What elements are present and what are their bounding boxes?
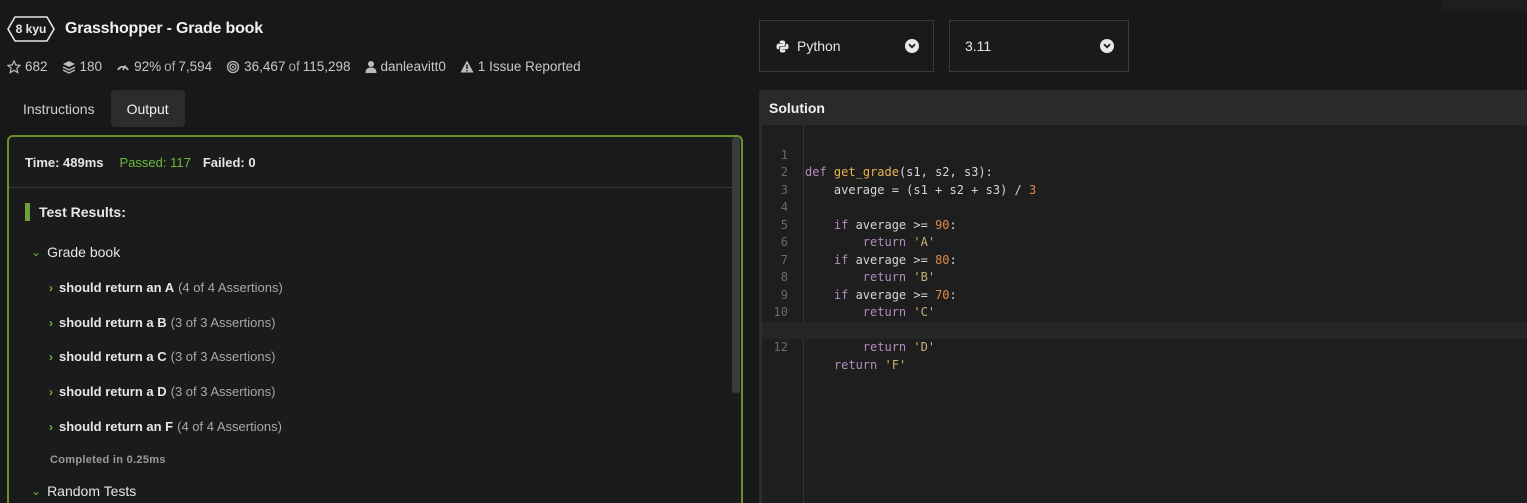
run-time: Time: 489ms — [25, 154, 104, 170]
results-header-label: Test Results: — [39, 204, 126, 220]
code-line: 6 if average >= 80: — [762, 217, 1527, 267]
test-name: should return an F — [59, 419, 174, 434]
test-item[interactable]: › should return an F (4 of 4 Assertions) — [49, 419, 282, 434]
language-select[interactable]: Python — [759, 20, 934, 72]
solution-panel: Python 3.11 Solution 1 def get_grade(s1,… — [759, 0, 1527, 503]
user-icon — [365, 61, 377, 73]
stars-stat[interactable]: 682 — [7, 59, 48, 74]
gauge-icon — [117, 64, 129, 70]
kata-tabs: Instructions Output — [7, 90, 185, 127]
test-item[interactable]: › should return an A (4 of 4 Assertions) — [49, 280, 283, 295]
page: 8 kyu Grasshopper - Grade book 682 180 9… — [0, 0, 1527, 503]
code-line: 10 if average >= 60: — [762, 287, 1527, 337]
chevron-right-icon: › — [49, 281, 53, 295]
completed-of: of — [288, 59, 300, 74]
test-assertions: (3 of 3 Assertions) — [170, 315, 276, 330]
code-editor[interactable]: 1 def get_grade(s1, s2, s3): 2 average =… — [759, 125, 1527, 503]
star-icon — [7, 59, 21, 74]
code-line: 11 return 'D' — [762, 304, 1527, 355]
line-number: 12 — [773, 340, 788, 354]
test-group-title: Random Tests — [47, 483, 137, 499]
warning-icon — [460, 60, 474, 73]
test-assertions: (3 of 3 Assertions) — [170, 349, 276, 364]
kata-title[interactable]: Grasshopper - Grade book — [65, 20, 263, 38]
tab-output[interactable]: Output — [110, 90, 185, 127]
test-name: should return a C — [59, 349, 167, 364]
results-header-bar — [25, 203, 30, 221]
stars-count: 682 — [25, 59, 48, 74]
test-name: should return a B — [59, 315, 167, 330]
code-line: 7 return 'B' — [762, 234, 1527, 285]
kata-panel: 8 kyu Grasshopper - Grade book 682 180 9… — [0, 0, 750, 503]
results-header: Test Results: — [25, 203, 126, 221]
stats-row: 682 180 92% of 7,594 36,467 of 115,298 d… — [7, 59, 595, 74]
author-stat[interactable]: danleavitt0 — [365, 59, 446, 74]
output-panel: Time: 489ms Passed: 117 Failed: 0 Test R… — [7, 135, 743, 503]
issues-stat[interactable]: 1 Issue Reported — [460, 59, 581, 74]
test-assertions: (4 of 4 Assertions) — [177, 419, 282, 434]
completed-count: 36,467 — [244, 59, 286, 74]
attempts-count: 115,298 — [302, 59, 351, 74]
passed-count: Passed: 117 — [119, 154, 191, 170]
version-label: 3.11 — [965, 38, 992, 54]
issues-label: 1 Issue Reported — [477, 59, 581, 74]
code-text: return 'F' — [833, 357, 907, 372]
chevron-right-icon: › — [49, 385, 53, 399]
test-group-title: Grade book — [47, 244, 121, 260]
language-label: Python — [797, 38, 841, 54]
votes-count: 7,594 — [178, 59, 213, 74]
solution-header: Solution — [759, 90, 1527, 125]
test-assertions: (3 of 3 Assertions) — [170, 384, 276, 399]
chevron-down-icon — [905, 39, 919, 53]
code-line: 3 — [762, 164, 1527, 197]
code-line: 2 average = (s1 + s2 + s3) / 3 — [762, 147, 1527, 197]
chevron-down-icon — [1100, 39, 1114, 53]
tab-instructions[interactable]: Instructions — [7, 90, 111, 127]
output-scrollbar[interactable] — [732, 137, 740, 393]
test-group-grade-book[interactable]: ⌄ Grade book — [31, 244, 120, 260]
test-name: should return an A — [59, 280, 175, 295]
test-summary: Time: 489ms Passed: 117 Failed: 0 — [9, 137, 733, 188]
rank-label: 8 kyu — [15, 22, 47, 36]
chevron-down-icon: ⌄ — [31, 484, 42, 498]
target-icon — [227, 60, 240, 73]
code-line: 8 if average >= 70: — [762, 252, 1527, 302]
test-name: should return a D — [59, 384, 167, 399]
test-group-random-tests[interactable]: ⌄ Random Tests — [31, 483, 136, 499]
top-corner-bar — [1441, 0, 1527, 12]
satisfaction-stat: 92% of 7,594 — [116, 59, 212, 74]
test-assertions: (4 of 4 Assertions) — [178, 280, 283, 295]
code-line: 9 return 'C' — [762, 269, 1527, 320]
code-line: 5 return 'A' — [762, 199, 1527, 250]
author-name: danleavitt0 — [380, 59, 446, 74]
code-line: 1 def get_grade(s1, s2, s3): — [762, 129, 1527, 180]
satisfaction-rate: 92% — [134, 59, 162, 74]
test-item[interactable]: › should return a B (3 of 3 Assertions) — [49, 315, 275, 330]
satisfaction-of: of — [164, 59, 176, 74]
collections-stat[interactable]: 180 — [62, 59, 103, 74]
code-line-current: 12 return 'F' — [762, 321, 1527, 372]
test-item[interactable]: › should return a D (3 of 3 Assertions) — [49, 384, 275, 399]
completed-time: Completed in 0.25ms — [50, 454, 166, 466]
chevron-right-icon: › — [49, 350, 53, 364]
rank-badge: 8 kyu — [7, 16, 55, 42]
code-line: 4 if average >= 90: — [762, 182, 1527, 232]
collections-count: 180 — [79, 59, 103, 74]
python-icon — [776, 40, 789, 52]
completions-stat: 36,467 of 115,298 — [226, 59, 351, 74]
version-select[interactable]: 3.11 — [949, 20, 1129, 72]
layers-icon — [62, 60, 75, 74]
chevron-right-icon: › — [49, 420, 53, 434]
kata-title-row: 8 kyu Grasshopper - Grade book — [7, 16, 263, 42]
failed-count: Failed: 0 — [202, 154, 256, 170]
chevron-right-icon: › — [49, 316, 53, 330]
chevron-down-icon: ⌄ — [31, 245, 42, 259]
code-text: return 'D' — [862, 340, 936, 354]
test-item[interactable]: › should return a C (3 of 3 Assertions) — [49, 349, 275, 364]
